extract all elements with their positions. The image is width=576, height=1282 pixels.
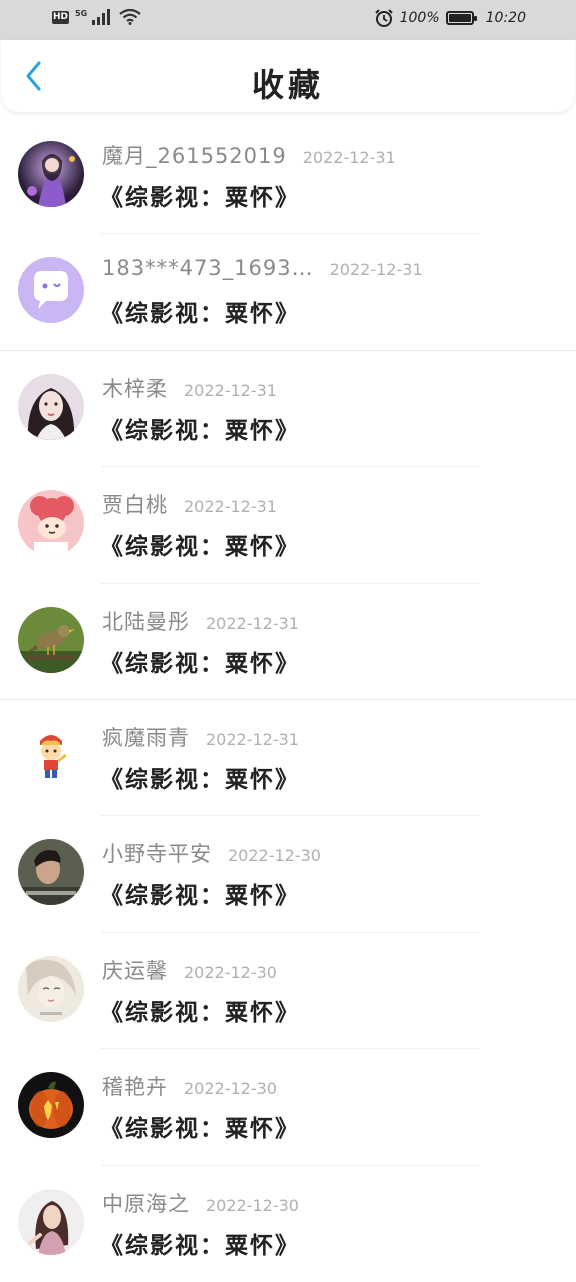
item-date: 2022-12-31 bbox=[329, 260, 423, 280]
list-item[interactable]: 小野寺平安 2022-12-30 《综影视：粟怀》 bbox=[0, 816, 576, 933]
item-date: 2022-12-31 bbox=[184, 497, 277, 517]
item-date: 2022-12-31 bbox=[206, 729, 299, 749]
avatar[interactable] bbox=[18, 955, 84, 1022]
battery-icon bbox=[445, 11, 477, 25]
item-meta: 庆运馨 2022-12-30 bbox=[102, 955, 277, 985]
item-meta: 北陆曼彤 2022-12-31 bbox=[102, 606, 299, 636]
item-title[interactable]: 《综影视：粟怀》 bbox=[100, 294, 300, 328]
username[interactable]: 木梓柔 bbox=[102, 373, 168, 403]
username[interactable]: 中原海之 bbox=[102, 1188, 190, 1218]
item-meta: 贾白桃 2022-12-31 bbox=[102, 489, 277, 519]
status-left: HD 5G bbox=[52, 9, 141, 25]
list-item[interactable]: 183***473_1693… 2022-12-31 《综影视：粟怀》 bbox=[0, 234, 576, 351]
list-item[interactable]: 疯魔雨青 2022-12-31 《综影视：粟怀》 bbox=[0, 700, 576, 817]
avatar[interactable] bbox=[18, 839, 84, 906]
list-item[interactable]: 木梓柔 2022-12-31 《综影视：粟怀》 bbox=[0, 351, 576, 468]
item-title[interactable]: 《综影视：粟怀》 bbox=[100, 1109, 300, 1143]
battery-fill bbox=[448, 14, 471, 22]
battery-percent: 100% bbox=[399, 10, 440, 26]
item-meta: 稽艳卉 2022-12-30 bbox=[102, 1071, 277, 1101]
username[interactable]: 小野寺平安 bbox=[102, 838, 212, 868]
avatar[interactable] bbox=[18, 257, 84, 324]
status-right: 100% 10:20 bbox=[374, 8, 526, 28]
list-item[interactable]: 魔月_261552019 2022-12-31 《综影视：粟怀》 bbox=[0, 118, 576, 235]
username[interactable]: 庆运馨 bbox=[102, 955, 168, 985]
network-label: 5G bbox=[75, 8, 88, 18]
username[interactable]: 魔月_261552019 bbox=[102, 140, 287, 170]
item-title[interactable]: 《综影视：粟怀》 bbox=[100, 1226, 300, 1260]
list-item[interactable]: 贾白桃 2022-12-31 《综影视：粟怀》 bbox=[0, 467, 576, 584]
item-title[interactable]: 《综影视：粟怀》 bbox=[100, 760, 300, 794]
item-title[interactable]: 《综影视：粟怀》 bbox=[100, 178, 300, 212]
avatar[interactable] bbox=[18, 1188, 84, 1255]
item-meta: 中原海之 2022-12-30 bbox=[102, 1188, 299, 1218]
item-meta: 疯魔雨青 2022-12-31 bbox=[102, 722, 299, 752]
list-item[interactable]: 中原海之 2022-12-30 《综影视：粟怀》 bbox=[0, 1166, 576, 1282]
avatar[interactable] bbox=[18, 606, 84, 673]
favorites-list: 魔月_261552019 2022-12-31 《综影视：粟怀》 183***473_… bbox=[0, 118, 576, 1282]
header-bar: 收藏 bbox=[2, 40, 574, 112]
item-meta: 小野寺平安 2022-12-30 bbox=[102, 838, 321, 868]
item-date: 2022-12-31 bbox=[302, 148, 396, 167]
item-title[interactable]: 《综影视：粟怀》 bbox=[100, 411, 300, 445]
page-title: 收藏 bbox=[251, 66, 324, 104]
avatar[interactable] bbox=[18, 722, 84, 789]
wifi-icon bbox=[119, 9, 141, 25]
item-title[interactable]: 《综影视：粟怀》 bbox=[100, 644, 300, 678]
item-date: 2022-12-31 bbox=[184, 380, 277, 400]
alarm-icon bbox=[374, 9, 393, 27]
item-meta: 木梓柔 2022-12-31 bbox=[102, 373, 277, 403]
list-item[interactable]: 庆运馨 2022-12-30 《综影视：粟怀》 bbox=[0, 933, 576, 1050]
item-date: 2022-12-30 bbox=[228, 846, 321, 866]
status-bar: HD 5G 100% 10:20 bbox=[0, 0, 576, 40]
avatar[interactable] bbox=[18, 373, 84, 440]
username[interactable]: 疯魔雨青 bbox=[102, 722, 190, 752]
item-meta: 183***473_1693… 2022-12-31 bbox=[102, 256, 423, 280]
username[interactable]: 北陆曼彤 bbox=[102, 606, 190, 636]
item-date: 2022-12-30 bbox=[206, 1195, 299, 1215]
item-meta: 魔月_261552019 2022-12-31 bbox=[102, 140, 396, 170]
status-time: 10:20 bbox=[485, 10, 526, 26]
username[interactable]: 稽艳卉 bbox=[102, 1071, 168, 1101]
avatar[interactable] bbox=[18, 1072, 84, 1139]
item-date: 2022-12-30 bbox=[184, 962, 277, 982]
hd-icon: HD bbox=[52, 10, 69, 24]
username[interactable]: 贾白桃 bbox=[102, 489, 168, 519]
username[interactable]: 183***473_1693… bbox=[102, 256, 314, 280]
item-title[interactable]: 《综影视：粟怀》 bbox=[100, 527, 300, 561]
avatar[interactable] bbox=[18, 490, 84, 557]
avatar[interactable] bbox=[18, 141, 84, 207]
item-date: 2022-12-31 bbox=[206, 613, 299, 633]
list-item[interactable]: 稽艳卉 2022-12-30 《综影视：粟怀》 bbox=[0, 1049, 576, 1166]
item-title[interactable]: 《综影视：粟怀》 bbox=[100, 876, 300, 910]
item-title[interactable]: 《综影视：粟怀》 bbox=[100, 993, 300, 1027]
list-item[interactable]: 北陆曼彤 2022-12-31 《综影视：粟怀》 bbox=[0, 584, 576, 700]
item-date: 2022-12-30 bbox=[184, 1079, 277, 1099]
signal-icon bbox=[92, 9, 111, 25]
